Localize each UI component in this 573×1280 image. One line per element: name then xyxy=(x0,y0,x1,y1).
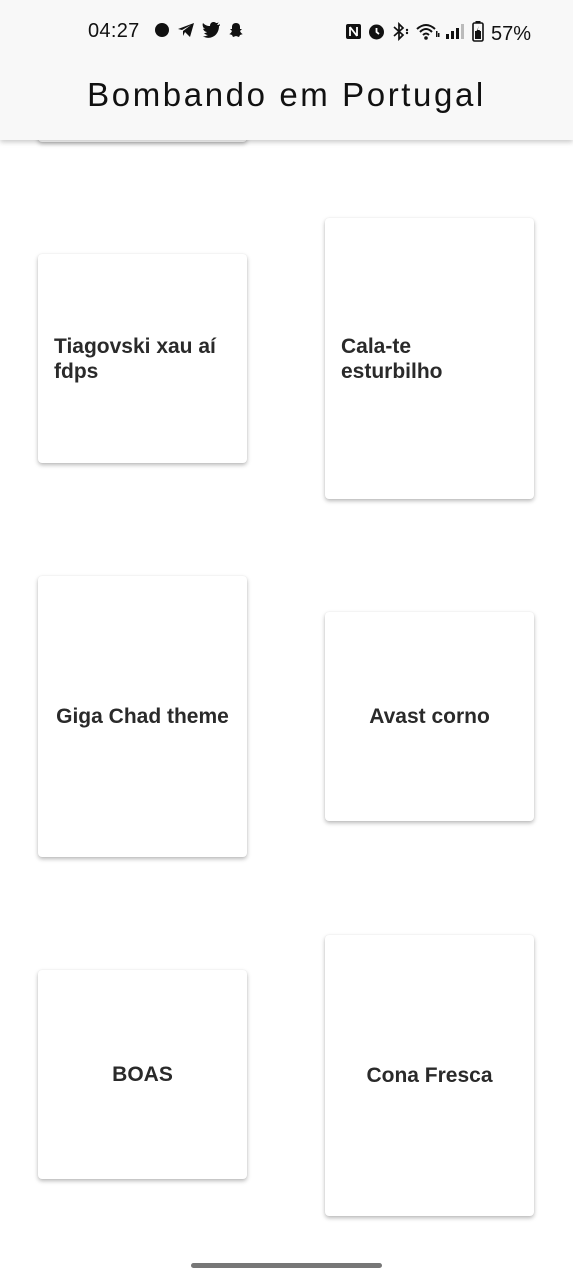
alarm-icon xyxy=(367,22,386,46)
app-bar: 04:27 57% Bombando em Portugal xyxy=(0,0,573,140)
twitter-icon xyxy=(202,22,221,43)
telegram-icon xyxy=(177,22,195,43)
battery-icon xyxy=(472,21,484,47)
bluetooth-icon xyxy=(391,21,411,46)
nfc-icon xyxy=(345,23,362,45)
card-avast-corno[interactable]: Avast corno xyxy=(325,612,534,821)
gesture-nav-handle[interactable] xyxy=(191,1263,382,1268)
card-giga-chad[interactable]: Giga Chad theme xyxy=(38,576,247,857)
battery-percentage: 57% xyxy=(490,22,531,45)
card-label: BOAS xyxy=(112,1063,173,1086)
status-time: 04:27 xyxy=(88,20,140,42)
card-label: Cona Fresca xyxy=(366,1064,493,1087)
card-label: Tiagovski xau aí fdps xyxy=(54,334,216,383)
status-bar: 04:27 57% xyxy=(0,0,573,66)
card-cona-fresca[interactable]: Cona Fresca xyxy=(325,935,534,1216)
card-cala-te[interactable]: Cala-te esturbilho xyxy=(325,218,534,499)
wifi-icon xyxy=(416,22,440,46)
card-label: Giga Chad theme xyxy=(56,705,229,728)
signal-app-icon xyxy=(154,22,170,43)
card-tiagovski[interactable]: Tiagovski xau aí fdps xyxy=(38,254,247,463)
card-label: Cala-te esturbilho xyxy=(341,334,443,383)
system-status-icons: 57% xyxy=(345,21,531,47)
snapchat-icon xyxy=(228,22,244,43)
page-title: Bombando em Portugal xyxy=(87,76,486,113)
card-label: Avast corno xyxy=(369,705,490,728)
cell-signal-icon xyxy=(445,23,467,45)
notification-icons xyxy=(154,22,244,43)
card-boas[interactable]: BOAS xyxy=(38,970,247,1179)
